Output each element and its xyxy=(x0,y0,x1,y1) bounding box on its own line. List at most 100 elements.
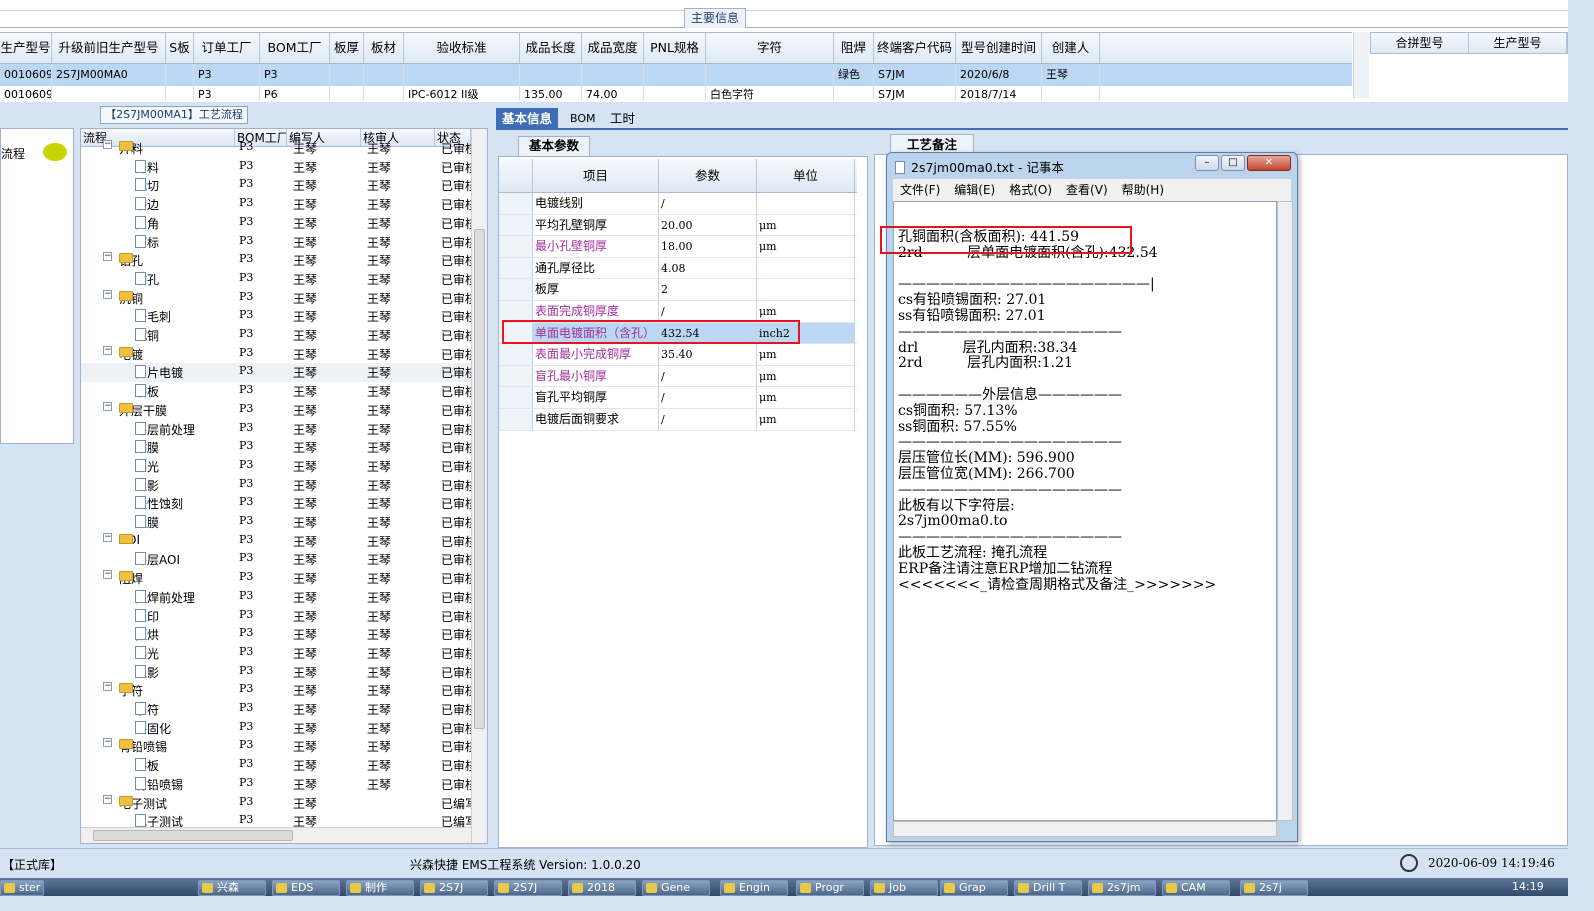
tree-step-row[interactable]: 曝光 P3 王琴 王琴 已审核 xyxy=(81,644,471,663)
table-row[interactable]: 00106093 P3P6 IPC-6012 II级135.0074.00 白色字符 S… xyxy=(0,86,1352,100)
column-header[interactable]: PNL规格 xyxy=(644,33,706,63)
menu-item[interactable]: 编辑(E) xyxy=(947,179,1002,201)
tree-step-row[interactable]: 预烘 P3 王琴 王琴 已审核 xyxy=(81,625,471,644)
column-header[interactable]: 板材 xyxy=(364,33,404,63)
tree-group-row[interactable]: −字符 P3 王琴 王琴 已审核 xyxy=(81,681,471,700)
column-header[interactable]: 生产型号 xyxy=(0,33,52,63)
tree-group-row[interactable]: −电镀 P3 王琴 王琴 已审核 xyxy=(81,345,471,364)
column-header[interactable]: 参数 xyxy=(659,159,757,192)
notepad-text-area[interactable]: 孔铜面积(含板面积): 441.59 2rd 层单面电镀面积(含孔):432.54… xyxy=(893,201,1277,821)
flow-strip[interactable]: 流程 xyxy=(0,128,74,444)
column-header[interactable]: 项目 xyxy=(533,159,659,192)
param-value[interactable]: 4.08 xyxy=(659,257,757,279)
taskbar-button[interactable]: 2s7jm xyxy=(1088,880,1156,896)
collapse-icon[interactable]: − xyxy=(103,532,112,542)
column-header[interactable]: 终端客户代码 xyxy=(874,33,956,63)
taskbar-button[interactable]: 兴森 xyxy=(198,880,266,896)
param-value[interactable]: 2 xyxy=(659,279,757,300)
param-row[interactable]: 板厚 2 xyxy=(499,279,857,301)
tab-basic-params[interactable]: 基本参数 xyxy=(518,136,591,156)
tree-group-row[interactable]: −钻孔 P3 王琴 王琴 已审核 xyxy=(81,251,471,270)
taskbar-button[interactable]: 2s7j xyxy=(1240,880,1308,896)
collapse-icon[interactable]: − xyxy=(103,140,112,149)
param-value[interactable]: / xyxy=(659,193,757,214)
close-button[interactable]: ✕ xyxy=(1247,155,1291,171)
column-header[interactable]: 字符 xyxy=(706,33,834,63)
tree-step-row[interactable]: 丝印 P3 王琴 王琴 已审核 xyxy=(81,607,471,626)
maximize-button[interactable]: □ xyxy=(1221,155,1245,171)
menu-item[interactable]: 格式(O) xyxy=(1002,179,1059,201)
column-header[interactable]: 成品宽度 xyxy=(582,33,644,63)
taskbar-button[interactable]: Progr xyxy=(796,880,864,896)
tree-step-row[interactable]: 去毛刺 P3 王琴 王琴 已审核 xyxy=(81,307,471,326)
param-value[interactable]: / xyxy=(659,409,757,430)
taskbar-button[interactable]: EDS xyxy=(272,880,340,896)
taskbar-button[interactable]: Engin xyxy=(720,880,788,896)
tree-step-row[interactable]: 退膜 P3 王琴 王琴 已审核 xyxy=(81,513,471,532)
column-header[interactable]: 阻焊 xyxy=(834,33,874,63)
taskbar-button[interactable]: Grap xyxy=(940,880,1008,896)
notepad-horizontal-scrollbar[interactable] xyxy=(893,821,1277,837)
tree-step-row[interactable]: 磨板 P3 王琴 王琴 已审核 xyxy=(81,382,471,401)
taskbar-button[interactable]: 2S7J xyxy=(420,880,488,896)
tree-vertical-scrollbar[interactable] xyxy=(471,129,487,843)
tree-group-row[interactable]: −沉铜 P3 王琴 王琴 已审核 xyxy=(81,289,471,308)
taskbar-button[interactable]: 制作 xyxy=(346,880,414,896)
tree-step-row[interactable]: 圆角 P3 王琴 王琴 已审核 xyxy=(81,214,471,233)
column-header[interactable]: 合拼型号 xyxy=(1371,33,1469,53)
column-header[interactable]: 创建人 xyxy=(1042,33,1100,63)
column-header[interactable]: 板厚 xyxy=(330,33,364,63)
param-value[interactable]: 20.00 xyxy=(659,214,757,236)
comment-bubble-icon[interactable] xyxy=(43,143,67,161)
collapse-icon[interactable]: − xyxy=(103,682,112,692)
column-header[interactable]: 生产型号 xyxy=(1469,33,1567,53)
column-header[interactable]: 订单工厂 xyxy=(194,33,260,63)
tree-step-row[interactable]: 贴膜 P3 王琴 王琴 已审核 xyxy=(81,438,471,457)
tree-step-row[interactable]: 酸性蚀刻 P3 王琴 王琴 已审核 xyxy=(81,494,471,513)
column-header[interactable]: 型号创建时间 xyxy=(956,33,1042,63)
tab-process-notes[interactable]: 工艺备注 xyxy=(890,134,975,154)
params-grid[interactable]: 项目 参数 单位 电镀线别 / 平均孔壁铜厚 20.00 μm 最小孔壁铜厚 18.00 μm 通孔… xyxy=(498,156,868,848)
column-header[interactable]: S板 xyxy=(166,33,194,63)
process-tree[interactable]: 流程BOM工厂编写人核审人状态 −开料P3王琴王琴已审核开料P3王琴王琴已审核裁… xyxy=(80,128,488,844)
taskbar-button[interactable]: 2018 xyxy=(568,880,636,896)
tree-step-row[interactable]: 沉铜 P3 王琴 王琴 已审核 xyxy=(81,326,471,345)
column-header[interactable]: BOM工厂 xyxy=(260,33,330,63)
taskbar-button[interactable]: CAM xyxy=(1162,880,1230,896)
taskbar-button[interactable]: ster xyxy=(0,880,44,896)
tree-step-row[interactable]: 终固化 P3 王琴 王琴 已审核 xyxy=(81,719,471,738)
column-header[interactable]: 验收标准 xyxy=(404,33,520,63)
taskbar-clock[interactable]: 14:19 xyxy=(1512,880,1544,893)
tab-work-hours[interactable]: 工时 xyxy=(604,108,641,130)
tree-group-row[interactable]: −有铅喷锡 P3 王琴 王琴 已审核 xyxy=(81,737,471,756)
param-row[interactable]: 盲孔最小铜厚 / μm xyxy=(499,365,857,388)
menu-item[interactable]: 帮助(H) xyxy=(1115,179,1171,201)
tree-step-row[interactable]: 裁切 P3 王琴 王琴 已审核 xyxy=(81,176,471,195)
tab-bom[interactable]: BOM xyxy=(564,108,602,130)
param-row[interactable]: 表面最小完成铜厚 35.40 μm xyxy=(499,344,857,366)
table-row-selected[interactable]: 001060932S7JM00MA0 P3P3 绿色S7JM2020/6/8王琴 xyxy=(0,64,1352,86)
collapse-icon[interactable]: − xyxy=(103,794,112,804)
tree-step-row[interactable]: 磨边 P3 王琴 王琴 已审核 xyxy=(81,195,471,214)
tree-step-row[interactable]: 外层AOI P3 王琴 王琴 已审核 xyxy=(81,550,471,569)
notepad-window[interactable]: 2s7jm00ma0.txt - 记事本 – □ ✕ 文件(F) 编辑(E) 格式(… xyxy=(886,152,1298,842)
tree-step-row[interactable]: 显影 P3 王琴 王琴 已审核 xyxy=(81,663,471,682)
param-row[interactable]: 电镀线别 / xyxy=(499,193,857,215)
tree-step-row[interactable]: 阻焊前处理 P3 王琴 王琴 已审核 xyxy=(81,588,471,607)
tree-group-row[interactable]: −电子测试 P3 王琴 已编写 xyxy=(81,794,471,813)
tree-step-row[interactable]: 负片电镀 P3 王琴 王琴 已审核 xyxy=(81,363,471,383)
tree-horizontal-scrollbar[interactable] xyxy=(81,827,471,843)
collapse-icon[interactable]: − xyxy=(103,252,112,262)
taskbar-button[interactable]: 2S7J xyxy=(494,880,562,896)
tree-step-row[interactable]: 字符 P3 王琴 王琴 已审核 xyxy=(81,700,471,719)
param-row[interactable]: 最小孔壁铜厚 18.00 μm xyxy=(499,236,857,258)
tab-basic-info[interactable]: 基本信息 xyxy=(496,108,559,130)
collapse-icon[interactable]: − xyxy=(103,570,112,580)
main-info-scrollbar[interactable] xyxy=(1353,32,1369,98)
tree-group-row[interactable]: −外层干膜 P3 王琴 王琴 已审核 xyxy=(81,401,471,420)
tree-step-row[interactable]: 显影 P3 王琴 王琴 已审核 xyxy=(81,476,471,495)
tree-group-row[interactable]: −开料 P3 王琴 王琴 已审核 xyxy=(81,139,471,158)
collapse-icon[interactable]: − xyxy=(103,289,112,299)
menu-item[interactable]: 查看(V) xyxy=(1059,179,1115,201)
param-value[interactable]: 18.00 xyxy=(659,236,757,257)
